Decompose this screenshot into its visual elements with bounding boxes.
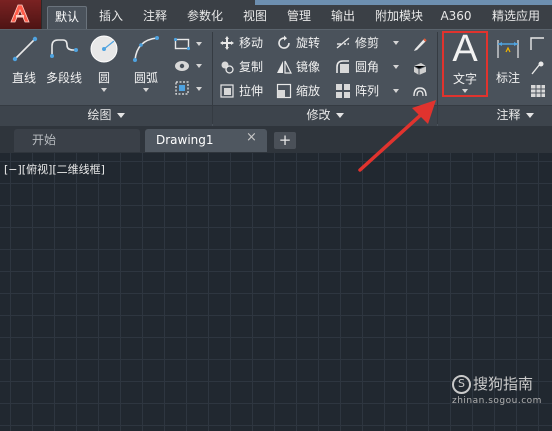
table-tool-button[interactable] — [530, 82, 552, 100]
tab-manage[interactable]: 管理 — [280, 6, 318, 29]
text-dropdown-arrow[interactable] — [462, 89, 468, 93]
trim-dropdown-arrow[interactable] — [393, 41, 399, 45]
move-tool-button[interactable]: 移动 — [219, 33, 274, 53]
watermark-url: zhinan.sogou.com — [452, 396, 542, 406]
rotate-icon — [278, 35, 290, 49]
stretch-label: 拉伸 — [239, 84, 264, 98]
scale-label: 缩放 — [296, 84, 321, 98]
stretch-tool-button[interactable]: 拉伸 — [219, 81, 274, 101]
annotation-panel-expand-arrow[interactable] — [525, 113, 534, 118]
copy-label: 复制 — [239, 60, 264, 74]
circle-tool-button[interactable]: 圆 — [86, 34, 122, 102]
modify-panel-title: 修改 — [306, 108, 331, 122]
copy-tool-button[interactable]: 复制 — [219, 57, 274, 77]
tab-annotate[interactable]: 注释 — [137, 6, 173, 29]
arc-tool-button[interactable]: 圆弧 — [126, 34, 166, 102]
sogou-logo-icon: S — [452, 375, 471, 394]
tab-a360[interactable]: A360 — [436, 6, 476, 29]
annotation-panel-footer[interactable]: 注释 — [438, 105, 552, 126]
multileader-tool-button[interactable] — [530, 59, 552, 77]
title-bar-strip — [255, 0, 552, 5]
arc-icon — [133, 36, 159, 62]
leader-icon — [530, 37, 544, 50]
tab-parametric[interactable]: 参数化 — [180, 6, 230, 29]
rectangle-tool-button[interactable] — [172, 35, 206, 53]
leader-tool-button[interactable] — [530, 35, 552, 53]
hatch-tool-button[interactable] — [172, 57, 206, 75]
annotation-panel-title: 注释 — [496, 108, 521, 122]
new-tab-button[interactable]: + — [274, 132, 296, 149]
tab-output[interactable]: 输出 — [324, 6, 362, 29]
circle-dropdown-arrow[interactable] — [101, 88, 107, 92]
close-tab-icon[interactable]: × — [246, 130, 257, 145]
scale-icon — [276, 83, 292, 99]
scale-tool-button[interactable]: 缩放 — [276, 81, 331, 101]
line-tool-label: 直线 — [11, 71, 36, 85]
rotate-label: 旋转 — [296, 36, 321, 50]
text-a-icon: A — [452, 28, 478, 70]
circle-tool-label: 圆 — [97, 71, 110, 85]
tab-view[interactable]: 视图 — [236, 6, 274, 29]
move-icon — [220, 36, 234, 50]
draw-panel-footer[interactable]: 绘图 — [0, 105, 212, 126]
arc-dropdown-arrow[interactable] — [143, 88, 149, 92]
explode-tool-button[interactable] — [410, 59, 432, 77]
tab-default[interactable]: 默认 — [47, 6, 87, 29]
fillet-tool-button[interactable]: 圆角 — [335, 57, 403, 77]
tab-addons[interactable]: 附加模块 — [368, 6, 430, 29]
hatch-icon — [175, 61, 189, 71]
dimension-icon — [497, 40, 519, 58]
line-icon — [12, 36, 38, 62]
draw-panel-expand-arrow[interactable] — [116, 113, 125, 118]
fillet-dropdown-arrow[interactable] — [393, 65, 399, 69]
trim-icon — [336, 37, 350, 49]
file-tab-start[interactable]: 开始 — [14, 129, 140, 152]
viewport-controls[interactable]: [−][俯视][二维线框] — [4, 161, 105, 177]
trim-tool-button[interactable]: 修剪 — [335, 33, 403, 53]
boundary-tool-button[interactable] — [172, 79, 206, 97]
rectangle-icon — [174, 37, 190, 51]
polyline-tool-button[interactable]: 多段线 — [44, 34, 84, 94]
modify-panel-expand-arrow[interactable] — [335, 113, 344, 118]
watermark-brand: S 搜狗指南 — [452, 373, 533, 394]
text-tool-button[interactable]: A 文字 — [442, 28, 488, 97]
dimension-tool-button[interactable]: 标注 — [490, 34, 526, 94]
explode-icon — [413, 63, 427, 75]
fillet-icon — [336, 60, 349, 73]
erase-tool-button[interactable] — [410, 35, 432, 53]
watermark-brand-text: 搜狗指南 — [473, 375, 534, 393]
polyline-tool-label: 多段线 — [45, 71, 82, 85]
move-label: 移动 — [239, 36, 264, 50]
mirror-tool-button[interactable]: 镜像 — [276, 57, 331, 77]
line-tool-button[interactable]: 直线 — [6, 34, 42, 94]
dimension-tool-label: 标注 — [495, 71, 520, 85]
mirror-label: 镜像 — [296, 60, 321, 74]
arc-tool-label: 圆弧 — [133, 71, 158, 85]
boundary-icon — [175, 81, 189, 95]
fillet-label: 圆角 — [355, 60, 380, 74]
application-menu-button[interactable] — [0, 0, 42, 29]
polyline-icon — [50, 39, 78, 58]
text-tool-label: 文字 — [452, 72, 477, 86]
pencil-icon — [414, 38, 427, 51]
mirror-icon — [277, 60, 292, 74]
draw-panel-title: 绘图 — [87, 108, 112, 122]
hatch-dropdown-arrow[interactable] — [196, 64, 202, 68]
autocad-logo-icon — [10, 4, 30, 23]
copy-icon — [221, 61, 234, 74]
trim-label: 修剪 — [355, 36, 380, 50]
multileader-icon — [531, 61, 544, 75]
array-icon — [336, 84, 350, 98]
boundary-dropdown-arrow[interactable] — [196, 87, 202, 91]
rotate-tool-button[interactable]: 旋转 — [276, 33, 331, 53]
tab-insert[interactable]: 插入 — [92, 6, 130, 29]
circle-icon — [90, 35, 118, 63]
tab-featured-apps[interactable]: 精选应用 — [483, 6, 549, 29]
table-icon — [531, 85, 545, 97]
red-pointer-arrow-icon — [358, 100, 436, 172]
stretch-icon — [220, 84, 234, 98]
rectangle-dropdown-arrow[interactable] — [196, 42, 202, 46]
